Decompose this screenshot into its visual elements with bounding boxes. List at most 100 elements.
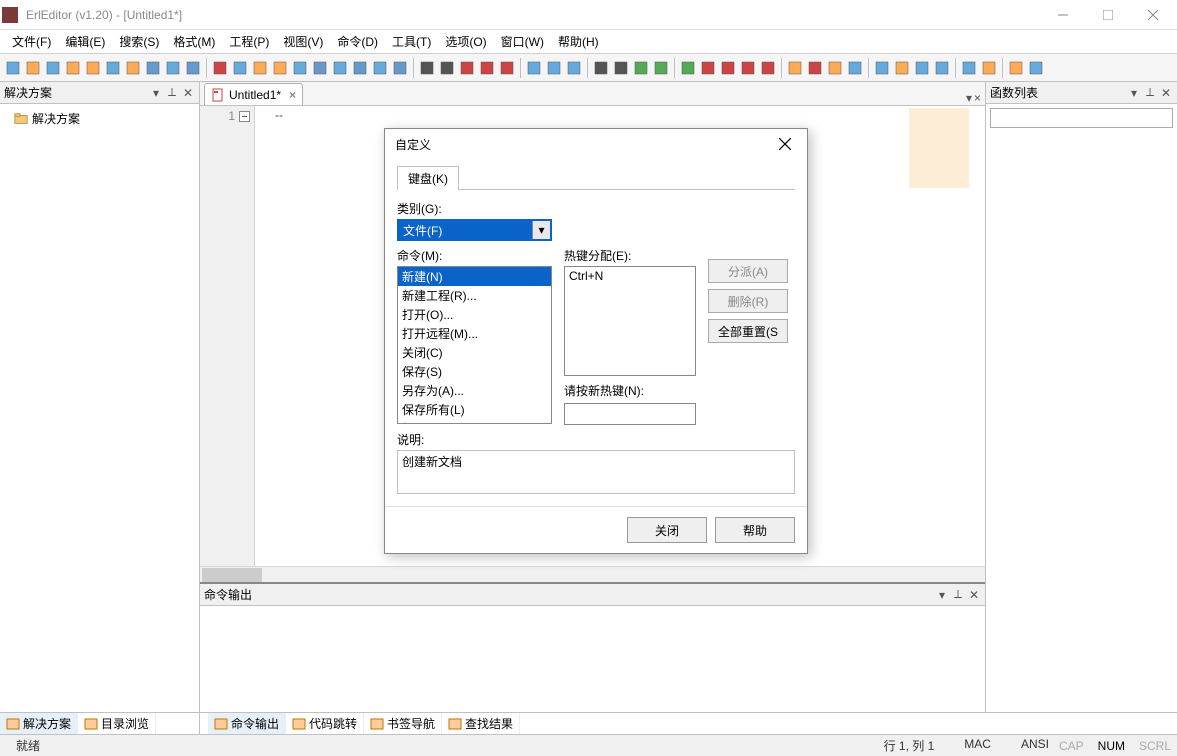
bottom-tab[interactable]: 解决方案	[0, 713, 78, 734]
bottom-tab[interactable]: 命令输出	[208, 713, 286, 734]
menu-item[interactable]: 工程(P)	[223, 30, 275, 53]
toolbar-button[interactable]	[632, 59, 650, 77]
toolbar-button[interactable]	[231, 59, 249, 77]
command-item[interactable]: 另存为(A)...	[398, 381, 551, 400]
toolbar-button[interactable]	[4, 59, 22, 77]
toolbar-button[interactable]	[873, 59, 891, 77]
toolbar-button[interactable]	[144, 59, 162, 77]
toolbar-button[interactable]	[84, 59, 102, 77]
command-item[interactable]: 打印(P)...	[398, 419, 551, 424]
hotkey-item[interactable]: Ctrl+N	[569, 269, 691, 283]
toolbar-button[interactable]	[351, 59, 369, 77]
dialog-close-button[interactable]	[773, 132, 797, 156]
toolbar-button[interactable]	[652, 59, 670, 77]
menu-item[interactable]: 搜索(S)	[113, 30, 165, 53]
toolbar-button[interactable]	[719, 59, 737, 77]
menu-item[interactable]: 选项(O)	[439, 30, 492, 53]
dialog-close-btn[interactable]: 关闭	[627, 517, 707, 543]
toolbar-button[interactable]	[893, 59, 911, 77]
command-item[interactable]: 保存所有(L)	[398, 400, 551, 419]
dialog-tab-keyboard[interactable]: 键盘(K)	[397, 166, 459, 190]
panel-pin-icon[interactable]: ⟂	[1143, 86, 1157, 100]
toolbar-button[interactable]	[759, 59, 777, 77]
function-search-input[interactable]	[990, 108, 1173, 128]
toolbar-button[interactable]	[271, 59, 289, 77]
assign-button[interactable]: 分派(A)	[708, 259, 788, 283]
panel-close-icon[interactable]: ✕	[181, 86, 195, 100]
toolbar-button[interactable]	[980, 59, 998, 77]
toolbar-button[interactable]	[311, 59, 329, 77]
menu-item[interactable]: 视图(V)	[277, 30, 329, 53]
panel-dropdown-icon[interactable]: ▾	[1127, 86, 1141, 100]
toolbar-button[interactable]	[164, 59, 182, 77]
close-window-button[interactable]	[1130, 1, 1175, 29]
hotkey-listbox[interactable]: Ctrl+N	[564, 266, 696, 376]
toolbar-button[interactable]	[826, 59, 844, 77]
toolbar-button[interactable]	[24, 59, 42, 77]
toolbar-button[interactable]	[806, 59, 824, 77]
h-scrollbar[interactable]	[200, 566, 985, 582]
toolbar-button[interactable]	[251, 59, 269, 77]
toolbar-button[interactable]	[438, 59, 456, 77]
menu-item[interactable]: 命令(D)	[331, 30, 384, 53]
bottom-tab[interactable]: 目录浏览	[78, 713, 156, 734]
solution-root-item[interactable]: 解决方案	[4, 108, 195, 129]
toolbar-button[interactable]	[478, 59, 496, 77]
editor-tab[interactable]: Untitled1* ×	[204, 83, 303, 105]
toolbar-button[interactable]	[331, 59, 349, 77]
commands-listbox[interactable]: 新建(N)新建工程(R)...打开(O)...打开远程(M)...关闭(C)保存…	[397, 266, 552, 424]
panel-pin-icon[interactable]: ⟂	[165, 86, 179, 100]
bottom-tab[interactable]: 代码跳转	[286, 713, 364, 734]
new-hotkey-input[interactable]	[564, 403, 696, 425]
output-body[interactable]	[200, 606, 985, 712]
minimize-button[interactable]	[1040, 1, 1085, 29]
command-item[interactable]: 关闭(C)	[398, 343, 551, 362]
toolbar-button[interactable]	[211, 59, 229, 77]
panel-pin-icon[interactable]: ⟂	[951, 588, 965, 602]
toolbar-button[interactable]	[913, 59, 931, 77]
panel-close-icon[interactable]: ✕	[1159, 86, 1173, 100]
toolbar-button[interactable]	[846, 59, 864, 77]
dialog-help-btn[interactable]: 帮助	[715, 517, 795, 543]
toolbar-button[interactable]	[786, 59, 804, 77]
panel-dropdown-icon[interactable]: ▾	[935, 588, 949, 602]
toolbar-button[interactable]	[525, 59, 543, 77]
toolbar-button[interactable]	[960, 59, 978, 77]
menu-item[interactable]: 编辑(E)	[59, 30, 111, 53]
fold-toggle-icon[interactable]	[239, 111, 250, 122]
toolbar-button[interactable]	[1027, 59, 1045, 77]
toolbar-button[interactable]	[291, 59, 309, 77]
toolbar-button[interactable]	[418, 59, 436, 77]
command-item[interactable]: 新建工程(R)...	[398, 286, 551, 305]
menu-item[interactable]: 格式(M)	[167, 30, 221, 53]
toolbar-button[interactable]	[458, 59, 476, 77]
toolbar-button[interactable]	[592, 59, 610, 77]
toolbar-button[interactable]	[124, 59, 142, 77]
toolbar-button[interactable]	[933, 59, 951, 77]
menu-item[interactable]: 工具(T)	[386, 30, 437, 53]
toolbar-button[interactable]	[44, 59, 62, 77]
tabs-close-icon[interactable]: ×	[974, 91, 981, 105]
bottom-tab[interactable]: 查找结果	[442, 713, 520, 734]
command-item[interactable]: 新建(N)	[398, 267, 551, 286]
category-combo[interactable]: 文件(F) ▾	[397, 219, 552, 241]
toolbar-button[interactable]	[739, 59, 757, 77]
command-item[interactable]: 打开远程(M)...	[398, 324, 551, 343]
tabs-dropdown-icon[interactable]: ▾	[966, 91, 972, 105]
tab-close-icon[interactable]: ×	[289, 88, 296, 102]
toolbar-button[interactable]	[391, 59, 409, 77]
toolbar-button[interactable]	[371, 59, 389, 77]
command-item[interactable]: 打开(O)...	[398, 305, 551, 324]
toolbar-button[interactable]	[104, 59, 122, 77]
toolbar-button[interactable]	[565, 59, 583, 77]
reset-all-button[interactable]: 全部重置(S	[708, 319, 788, 343]
menu-item[interactable]: 帮助(H)	[552, 30, 605, 53]
toolbar-button[interactable]	[679, 59, 697, 77]
bottom-tab[interactable]: 书签导航	[364, 713, 442, 734]
command-item[interactable]: 保存(S)	[398, 362, 551, 381]
toolbar-button[interactable]	[612, 59, 630, 77]
maximize-button[interactable]	[1085, 1, 1130, 29]
panel-close-icon[interactable]: ✕	[967, 588, 981, 602]
toolbar-button[interactable]	[699, 59, 717, 77]
toolbar-button[interactable]	[184, 59, 202, 77]
